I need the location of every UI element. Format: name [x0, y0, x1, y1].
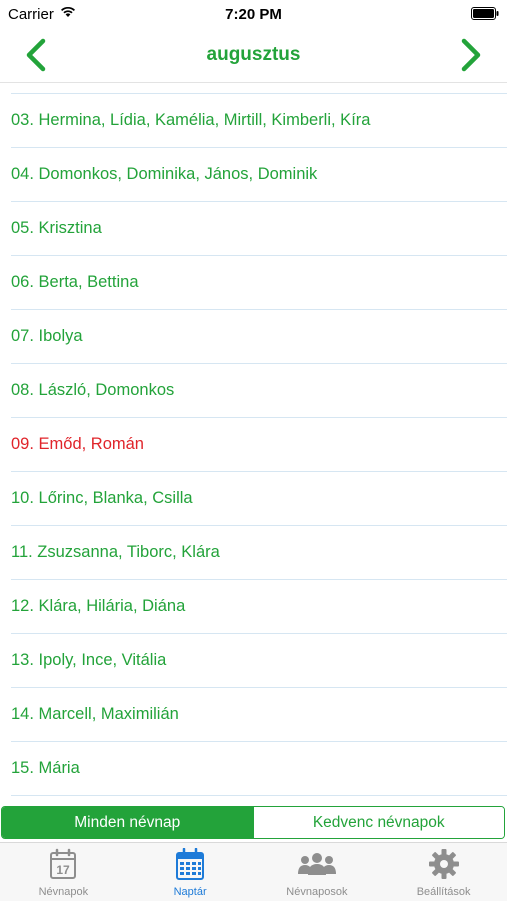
list-item-label: 10. Lőrinc, Blanka, Csilla	[11, 489, 193, 507]
list-item-label: 13. Ipoly, Ince, Vitália	[11, 651, 167, 669]
list-item-today[interactable]: 09. Emőd, Román	[0, 418, 507, 471]
row-separator	[11, 795, 507, 796]
list-item[interactable]: 11. Zsuzsanna, Tiborc, Klára	[0, 526, 507, 579]
list-item[interactable]: 08. László, Domonkos	[0, 364, 507, 417]
list-item[interactable]: 10. Lőrinc, Blanka, Csilla	[0, 472, 507, 525]
nameday-list[interactable]: 03. Hermina, Lídia, Kamélia, Mirtill, Ki…	[0, 82, 507, 804]
list-item-label: 12. Klára, Hilária, Diána	[11, 597, 186, 615]
list-item-label: 14. Marcell, Maximilián	[11, 705, 179, 723]
list-item-label: 11. Zsuzsanna, Tiborc, Klára	[11, 543, 220, 561]
chevron-right-icon	[461, 38, 481, 72]
list-item[interactable]: 15. Mária	[0, 742, 507, 795]
list-item[interactable]: 05. Krisztina	[0, 202, 507, 255]
list-item-label: 04. Domonkos, Dominika, János, Dominik	[11, 165, 318, 183]
calendar-day-icon: 17	[50, 848, 77, 879]
tab-calendar[interactable]: Naptár	[127, 843, 254, 901]
list-item[interactable]: 06. Berta, Bettina	[0, 256, 507, 309]
tab-label: Névnapok	[38, 886, 89, 898]
tab-settings[interactable]: Beállítások	[380, 843, 507, 901]
segment-all-namedays[interactable]: Minden névnap	[2, 807, 253, 838]
list-item[interactable]: 04. Domonkos, Dominika, János, Dominik	[0, 148, 507, 201]
tab-celebrants[interactable]: Névnaposok	[254, 843, 381, 901]
tab-bar: 17 Névnapok Naptár Névnaposok Beállításo…	[0, 842, 507, 901]
list-item-label: 05. Krisztina	[11, 219, 102, 237]
list-item[interactable]: 13. Ipoly, Ince, Vitália	[0, 634, 507, 687]
tab-namedays[interactable]: 17 Névnapok	[0, 843, 127, 901]
list-item-label: 03. Hermina, Lídia, Kamélia, Mirtill, Ki…	[11, 111, 371, 129]
tab-label: Beállítások	[416, 886, 471, 898]
tab-label: Naptár	[173, 886, 207, 898]
list-item[interactable]: 14. Marcell, Maximilián	[0, 688, 507, 741]
calendar-grid-icon	[176, 848, 205, 880]
list-item-label: 08. László, Domonkos	[11, 381, 175, 399]
list-item[interactable]: 12. Klára, Hilária, Diána	[0, 580, 507, 633]
page-title: augusztus	[206, 44, 301, 65]
list-item[interactable]: 03. Hermina, Lídia, Kamélia, Mirtill, Ki…	[0, 94, 507, 147]
status-bar: Carrier 7:20 PM	[0, 0, 507, 28]
filter-segmented-control: Minden névnap Kedvenc névnapok	[1, 806, 505, 839]
status-time: 7:20 PM	[225, 6, 282, 23]
segment-favorite-namedays[interactable]: Kedvenc névnapok	[252, 807, 504, 838]
calendar-day-number: 17	[57, 863, 71, 877]
list-item[interactable]: 07. Ibolya	[0, 310, 507, 363]
gear-icon	[428, 849, 459, 879]
navigation-bar: augusztus	[0, 28, 507, 83]
list-item-label: 07. Ibolya	[11, 327, 83, 345]
list-item-label: 15. Mária	[11, 759, 80, 777]
tab-label: Névnaposok	[286, 886, 348, 898]
battery-icon	[471, 7, 499, 20]
list-item-label: 09. Emőd, Román	[11, 435, 144, 453]
people-icon	[297, 853, 336, 875]
list-item-label: 06. Berta, Bettina	[11, 273, 139, 291]
next-month-button[interactable]	[451, 36, 487, 74]
